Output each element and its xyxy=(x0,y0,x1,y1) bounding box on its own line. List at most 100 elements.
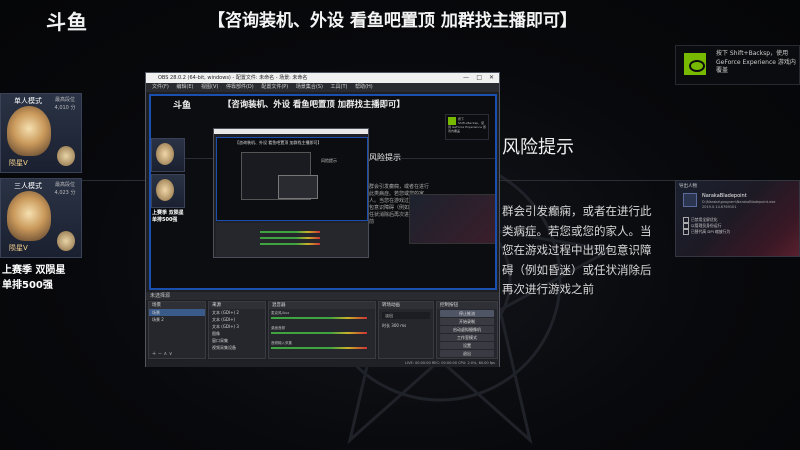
rank-mode-label: 三人模式 xyxy=(14,182,42,190)
controls-dock[interactable]: 控制按钮 停止推流 开始录制 启动虚拟摄像机 工作室模式 设置 退出 xyxy=(436,301,498,359)
app-path: D:\Naraka\program\NarakaBladepoint.exe 2… xyxy=(702,200,798,210)
app-version: 2019.0.14.6769101 xyxy=(702,205,737,209)
source-item[interactable]: 文本 (GDI+) 3 xyxy=(209,323,265,330)
transition-select[interactable]: 淡出 xyxy=(382,312,430,319)
menu-scene-collection[interactable]: 场景集合(S) xyxy=(296,84,323,90)
nested-docks xyxy=(216,223,368,257)
nvidia-logo-icon xyxy=(684,53,706,75)
app-icon xyxy=(683,193,697,207)
preview-season-line-2: 单排500强 xyxy=(152,217,178,223)
stream-background: 斗鱼 【咨询装机、外设 看鱼吧置顶 加群找主播即可】 单人模式 陨星V 最高段位… xyxy=(0,0,800,450)
nested-meter xyxy=(260,243,320,245)
nested-meter xyxy=(260,237,320,239)
nested-titlebar xyxy=(214,129,368,134)
source-item[interactable]: 图像 xyxy=(209,330,265,337)
nested-preview: 【咨询装机、外设 看鱼吧置顶 加群找主播即可】 风险提示 xyxy=(216,137,368,221)
preview-medal-icon xyxy=(156,143,174,165)
rank-side-info: 最高段位 4,010 分 xyxy=(54,97,76,111)
nested-deeper-window xyxy=(241,152,318,200)
mixer-channel-label: 桌面音频 xyxy=(271,326,285,330)
stop-streaming-button[interactable]: 停止推流 xyxy=(440,310,494,317)
exit-button[interactable]: 退出 xyxy=(440,350,494,357)
rank-medal-icon xyxy=(7,106,51,156)
mixer-channel-label: 麦克风/Aux xyxy=(271,311,290,315)
douyu-logo: 斗鱼 xyxy=(46,10,88,34)
scene-item[interactable]: 场景 xyxy=(149,309,205,316)
menu-profile[interactable]: 配置文件(P) xyxy=(261,84,288,90)
duration-label-text: 时长 xyxy=(382,323,390,328)
virtual-camera-button[interactable]: 启动虚拟摄像机 xyxy=(440,326,494,333)
season-line-1: 上赛季 双陨星 xyxy=(2,265,66,276)
preview-blaster-panel xyxy=(409,194,495,244)
preview-season-text: 上赛季 双陨星 单排500强 xyxy=(152,210,184,224)
rank-medal-icon xyxy=(7,191,51,241)
preview-nvidia-toast: 按下 Shift+Backsp，使用 GeForce Experience 游戏… xyxy=(445,114,489,140)
nvidia-toast-text: 按下 Shift+Backsp，使用 GeForce Experience 游戏… xyxy=(716,50,796,74)
minimize-icon[interactable]: — xyxy=(463,73,469,83)
preview-medal-icon xyxy=(156,179,174,201)
preview-logo: 斗鱼 xyxy=(173,101,192,111)
sources-dock-title: 来源 xyxy=(209,302,265,309)
obs-window[interactable]: OBS 28.0.2 (64-bit, windows) - 配置文件: 未命名… xyxy=(145,72,500,367)
rank-mode-label: 单人模式 xyxy=(14,97,42,105)
obs-preview[interactable]: 斗鱼 【咨询装机、外设 看鱼吧置顶 加群找主播即可】 上赛季 双陨星 单排500… xyxy=(149,94,497,290)
mini-medal-icon xyxy=(57,231,75,251)
mixer-dock-title: 混音器 xyxy=(269,302,375,309)
nested-obs-window: 【咨询装机、外设 看鱼吧置顶 加群找主播即可】 风险提示 xyxy=(213,128,369,258)
rank-name: 陨星V xyxy=(9,159,28,167)
season-line-2: 单排500强 xyxy=(2,280,53,291)
mixer-meter xyxy=(271,317,367,319)
sources-dock[interactable]: 来源 文本 (GDI+) 2 文本 (GDI+) 文本 (GDI+) 3 图像 … xyxy=(208,301,266,359)
source-item[interactable]: 文本 (GDI+) xyxy=(209,316,265,323)
obs-menubar: 文件(F) 编辑(E) 视图(V) 停靠部件(D) 配置文件(P) 场景集合(S… xyxy=(146,83,499,92)
source-item[interactable]: 窗口采集 xyxy=(209,337,265,344)
scenes-dock[interactable]: 场景 场景 场景 2 + − ∧ ∨ xyxy=(148,301,206,359)
rank-card-trio: 三人模式 陨星V 最高段位 4,023 分 xyxy=(0,178,82,258)
nested-headline: 【咨询装机、外设 看鱼吧置顶 加群找主播即可】 xyxy=(235,140,322,145)
obs-titlebar[interactable]: OBS 28.0.2 (64-bit, windows) - 配置文件: 未命名… xyxy=(146,73,499,83)
menu-help[interactable]: 帮助(H) xyxy=(355,84,373,90)
compat-option[interactable]: 已替代高 DPI 缩放行为 xyxy=(683,229,730,235)
preview-nvidia-icon xyxy=(448,117,456,125)
preview-risk-title: 风险提示 xyxy=(369,153,401,162)
menu-view[interactable]: 视图(V) xyxy=(201,84,218,90)
duration-label: 时长 300 ms xyxy=(379,322,433,329)
source-item[interactable]: 文本 (GDI+) 2 xyxy=(209,309,265,316)
mixer-channel-label: 音频输入采集 xyxy=(271,341,292,345)
rank-card-solo: 单人模式 陨星V 最高段位 4,010 分 xyxy=(0,93,82,173)
settings-button[interactable]: 设置 xyxy=(440,342,494,349)
duration-value[interactable]: 300 ms xyxy=(391,323,406,328)
rank-side-info: 最高段位 4,023 分 xyxy=(54,182,76,196)
start-recording-button[interactable]: 开始录制 xyxy=(440,318,494,325)
nested-risk: 风险提示 xyxy=(321,158,337,163)
risk-title: 风险提示 xyxy=(502,137,574,158)
scene-tool-buttons[interactable]: + − ∧ ∨ xyxy=(152,351,172,357)
app-name: NarakaBladepoint xyxy=(702,193,747,199)
maximize-icon[interactable]: □ xyxy=(476,73,482,83)
rank-name: 陨星V xyxy=(9,244,28,252)
close-icon[interactable]: ✕ xyxy=(489,73,494,83)
menu-file[interactable]: 文件(F) xyxy=(152,84,169,90)
menu-edit[interactable]: 编辑(E) xyxy=(176,84,193,90)
controls-dock-title: 控制按钮 xyxy=(437,302,497,309)
scene-item[interactable]: 场景 2 xyxy=(149,316,205,323)
mixer-meter xyxy=(271,332,367,334)
studio-mode-button[interactable]: 工作室模式 xyxy=(440,334,494,341)
scenes-dock-title: 场景 xyxy=(149,302,205,309)
menu-tools[interactable]: 工具(T) xyxy=(331,84,348,90)
season-rank-text: 上赛季 双陨星 单排500强 xyxy=(2,263,65,293)
obs-status-bar: LIVE: 00:00:00 REC: 00:00:00 CPU: 2.0%, … xyxy=(146,360,499,367)
nvidia-overlay-toast: 按下 Shift+Backsp，使用 GeForce Experience 游戏… xyxy=(675,45,800,85)
audio-mixer-dock[interactable]: 混音器 麦克风/Aux 桌面音频 音频输入采集 xyxy=(268,301,376,359)
nested-meter xyxy=(260,231,320,233)
source-item[interactable]: 视频采集设备 xyxy=(209,344,265,351)
preview-rank-card xyxy=(151,138,185,172)
health-warning-text: 群会引发癫痫，或者在进行此类病症。若您或您的家人。当您在游戏过程中出现包意识障碍… xyxy=(502,204,652,296)
panel-title: 导出人物 xyxy=(679,184,697,189)
preview-rank-card xyxy=(151,174,185,208)
menu-docks[interactable]: 停靠部件(D) xyxy=(226,84,254,90)
app-properties-panel: 导出人物 NarakaBladepoint D:\Naraka\program\… xyxy=(675,180,800,257)
transitions-dock[interactable]: 转场动画 淡出 时长 300 ms xyxy=(378,301,434,359)
nested-deepest-window xyxy=(278,175,318,199)
preview-headline: 【咨询装机、外设 看鱼吧置顶 加群找主播即可】 xyxy=(223,99,405,109)
